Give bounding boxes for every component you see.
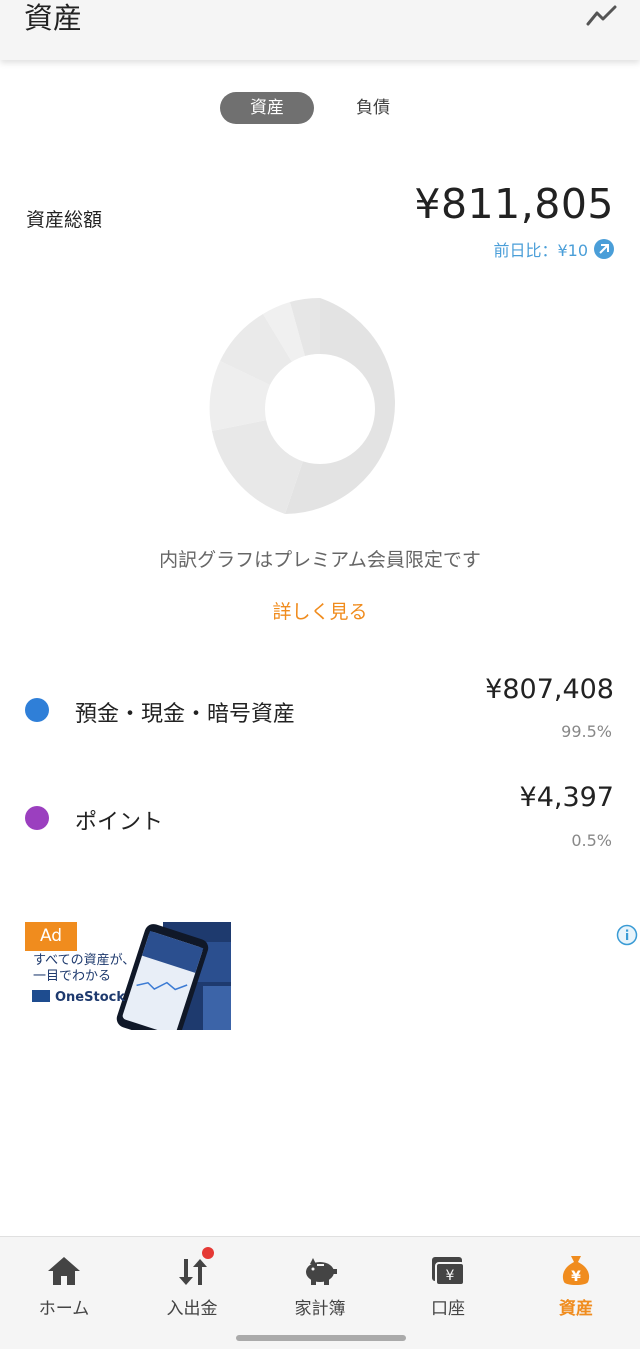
info-icon[interactable] xyxy=(616,924,638,946)
category-color-dot xyxy=(25,698,49,722)
gesture-bar xyxy=(236,1335,406,1341)
nav-accounts[interactable]: ¥ 口座 xyxy=(384,1237,512,1337)
page-title: 資産 xyxy=(24,1,83,35)
nav-transactions[interactable]: 入出金 xyxy=(128,1237,256,1337)
trend-line-icon[interactable] xyxy=(586,2,618,30)
notification-dot xyxy=(202,1247,214,1259)
svg-text:¥: ¥ xyxy=(446,1268,455,1284)
ad-brand: OneStock xyxy=(55,990,125,1005)
piggy-bank-icon xyxy=(306,1258,337,1285)
tab-liabilities[interactable]: 負債 xyxy=(336,92,410,124)
nav-label: 家計簿 xyxy=(294,1299,346,1319)
nav-home[interactable]: ホーム xyxy=(0,1237,128,1337)
daily-diff-link[interactable]: 前日比：¥10 xyxy=(493,237,614,261)
category-amount: ¥807,408 xyxy=(485,674,614,705)
app-bar: 資産 xyxy=(0,0,640,60)
home-icon xyxy=(48,1257,80,1285)
nav-label: ホーム xyxy=(38,1299,90,1319)
see-details-link[interactable]: 詳しく見る xyxy=(0,597,640,624)
breakdown-donut-chart xyxy=(209,298,396,514)
bottom-navigation: ホーム 入出金 家計簿 ¥ 口座 ¥ 資産 xyxy=(0,1236,640,1349)
wallet-yen-icon: ¥ xyxy=(432,1257,465,1286)
category-row-deposits[interactable]: 預金・現金・暗号資産 ¥807,408 99.5% xyxy=(0,670,640,760)
category-percent: 99.5% xyxy=(561,722,612,741)
total-assets-value: ¥811,805 xyxy=(414,180,614,228)
nav-label: 入出金 xyxy=(166,1299,218,1319)
nav-assets[interactable]: ¥ 資産 xyxy=(512,1237,640,1337)
nav-label: 資産 xyxy=(559,1299,593,1319)
svg-text:¥: ¥ xyxy=(571,1269,581,1285)
category-color-dot xyxy=(25,806,49,830)
category-name: 預金・現金・暗号資産 xyxy=(75,702,296,727)
tab-assets[interactable]: 資産 xyxy=(220,92,314,124)
ad-headline-2: 一目でわかる xyxy=(33,969,111,984)
ad-headline-1: すべての資産が、 xyxy=(33,952,135,968)
asset-liability-toggle: 資産 負債 xyxy=(220,92,420,124)
category-name: ポイント xyxy=(75,810,164,835)
premium-only-note: 内訳グラフはプレミアム会員限定です xyxy=(159,549,481,571)
daily-diff-text: 前日比：¥10 xyxy=(493,241,588,260)
money-bag-icon: ¥ xyxy=(562,1256,590,1285)
nav-household-book[interactable]: 家計簿 xyxy=(256,1237,384,1337)
arrow-up-right-circle-icon xyxy=(594,239,614,259)
nav-label: 口座 xyxy=(431,1299,465,1319)
category-row-points[interactable]: ポイント ¥4,397 0.5% xyxy=(0,780,640,870)
ad-badge: Ad xyxy=(25,922,77,951)
ad-banner[interactable]: すべての資産が、 一目でわかる OneStock Ad xyxy=(25,922,231,1030)
category-percent: 0.5% xyxy=(571,831,612,850)
total-assets-label: 資産総額 xyxy=(26,209,103,231)
category-amount: ¥4,397 xyxy=(519,782,614,813)
